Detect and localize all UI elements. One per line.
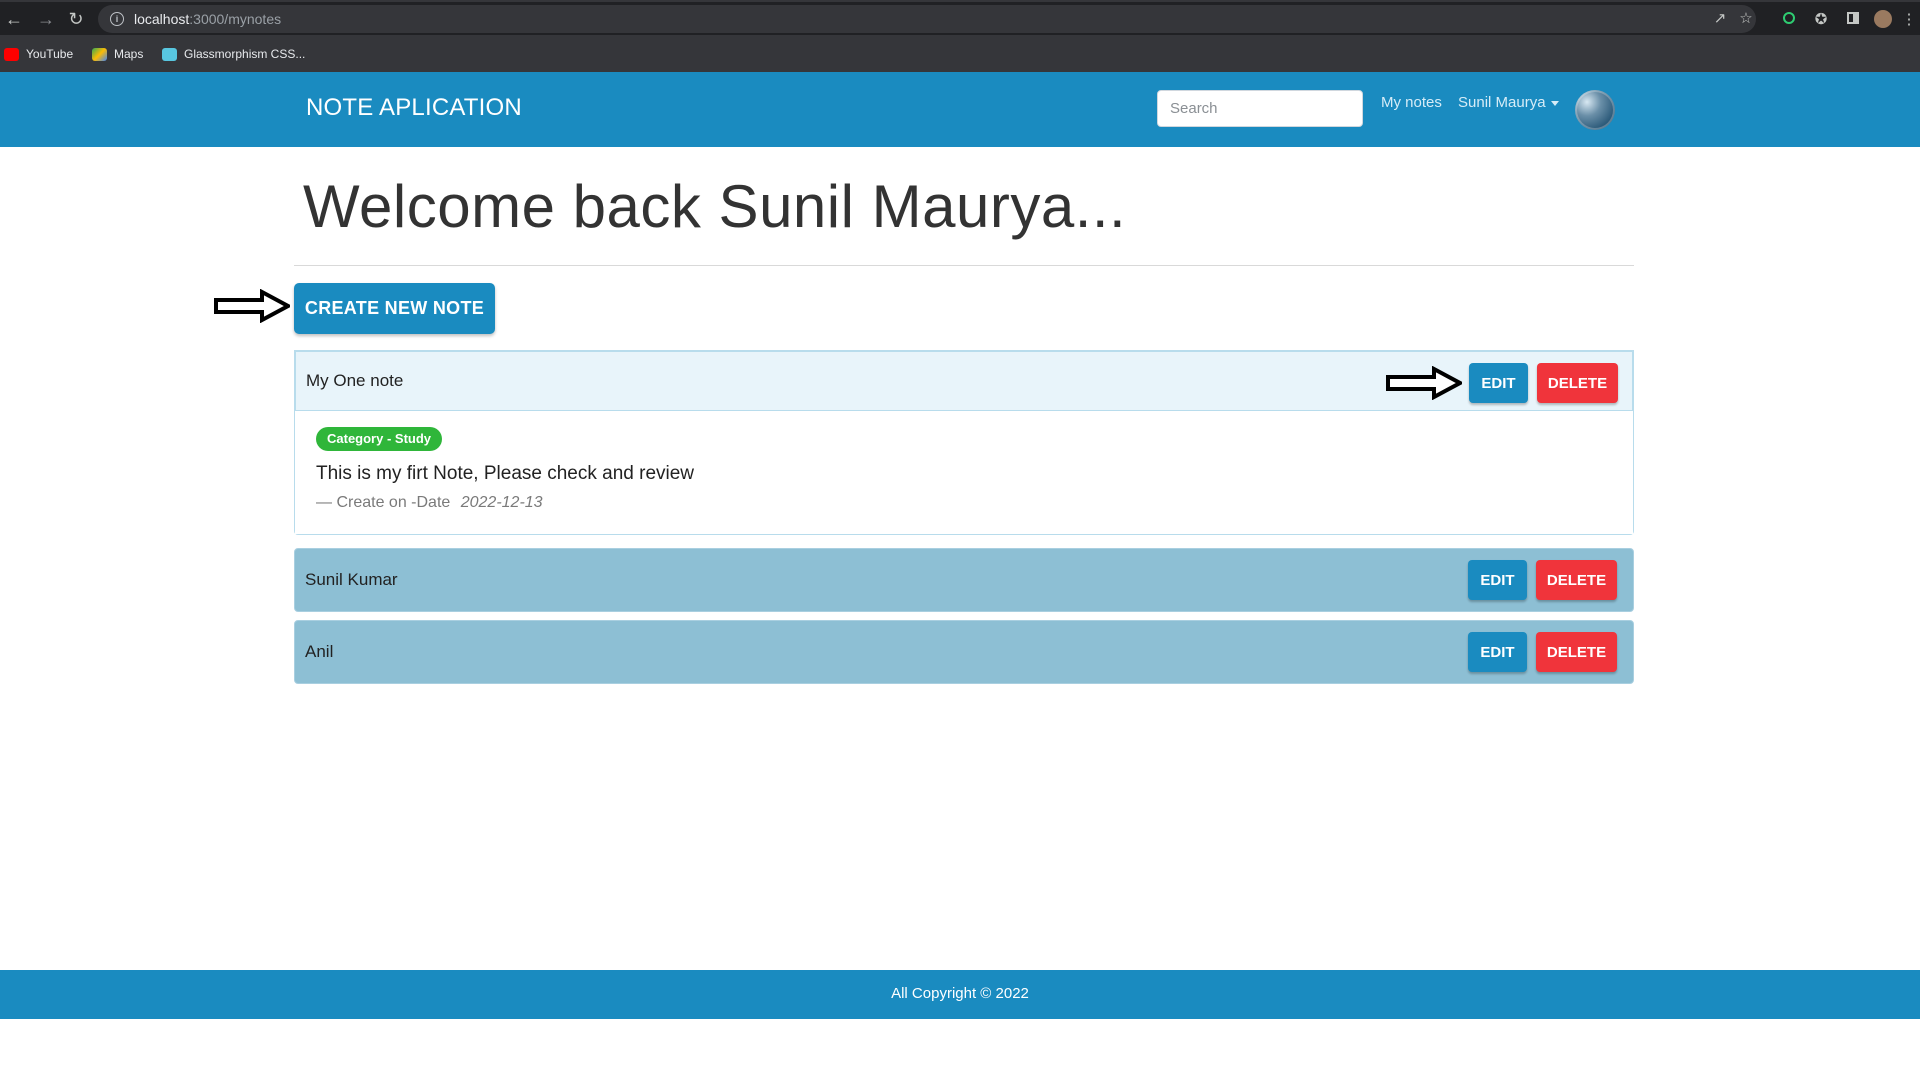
delete-button[interactable]: DELETE: [1536, 560, 1617, 600]
share-icon[interactable]: ↗: [1710, 9, 1730, 29]
page-title: Welcome back Sunil Maurya...: [303, 173, 1127, 240]
create-note-button[interactable]: CREATE NEW NOTE: [294, 283, 495, 334]
bookmark-youtube[interactable]: YouTube: [4, 45, 73, 63]
side-panel-icon[interactable]: [1843, 10, 1863, 30]
forward-icon[interactable]: →: [34, 8, 58, 30]
bookmark-glassmorphism[interactable]: Glassmorphism CSS...: [162, 45, 305, 63]
brand-title[interactable]: NOTE APLICATION: [306, 94, 522, 122]
bookmark-label: Glassmorphism CSS...: [184, 47, 306, 61]
note-card: Sunil Kumar EDIT DELETE: [294, 548, 1634, 612]
url-host: localhost: [134, 11, 190, 27]
user-name: Sunil Maurya: [1458, 94, 1546, 111]
note-card: Anil EDIT DELETE: [294, 620, 1634, 684]
date-prefix: — Create on -Date: [316, 494, 451, 511]
note-body: Category - Study This is my firt Note, P…: [295, 411, 1633, 534]
search-input[interactable]: [1157, 90, 1363, 127]
note-content: This is my firt Note, Please check and r…: [316, 463, 695, 484]
edit-button[interactable]: EDIT: [1468, 560, 1527, 600]
delete-button[interactable]: DELETE: [1537, 363, 1618, 403]
address-bar[interactable]: i localhost:3000/mynotes ↗ ☆: [98, 5, 1756, 33]
youtube-icon: [4, 47, 19, 61]
caret-down-icon: [1550, 100, 1559, 106]
footer-copyright: All Copyright © 2022: [891, 985, 1029, 1002]
note-title[interactable]: Sunil Kumar: [305, 570, 398, 590]
bookmark-label: Maps: [114, 47, 144, 61]
back-icon[interactable]: ←: [2, 8, 26, 30]
maps-icon: [92, 47, 107, 61]
edit-button[interactable]: EDIT: [1469, 363, 1528, 403]
profile-icon[interactable]: [1873, 10, 1893, 30]
arrow-annotation-icon: [1386, 366, 1462, 400]
user-dropdown[interactable]: Sunil Maurya: [1458, 94, 1559, 111]
note-header[interactable]: My One note EDIT DELETE: [294, 350, 1634, 412]
puzzle-icon[interactable]: ✪: [1811, 10, 1831, 30]
glassmorphism-icon: [162, 47, 177, 61]
star-icon[interactable]: ☆: [1736, 9, 1756, 29]
avatar[interactable]: [1575, 90, 1615, 130]
bookmark-maps[interactable]: Maps: [92, 45, 143, 63]
category-badge: Category - Study: [316, 427, 443, 451]
note-date: — Create on -Date 2022-12-13: [316, 494, 543, 512]
footer: All Copyright © 2022: [0, 970, 1920, 1019]
note-title[interactable]: Anil: [305, 642, 333, 662]
browser-toolbar: ← → ↻ i localhost:3000/mynotes ↗ ☆ ✪ ⋮: [0, 0, 1920, 35]
menu-kebab-icon[interactable]: ⋮: [1899, 10, 1919, 30]
bookmark-label: YouTube: [26, 47, 74, 61]
note-title[interactable]: My One note: [306, 371, 403, 391]
url-text[interactable]: localhost:3000/mynotes: [134, 11, 281, 27]
app-navbar: NOTE APLICATION My notes Sunil Maurya: [0, 72, 1920, 147]
note-card: My One note EDIT DELETE Category - Study…: [294, 350, 1634, 535]
delete-button[interactable]: DELETE: [1536, 632, 1617, 672]
reload-icon[interactable]: ↻: [64, 8, 88, 30]
note-header[interactable]: Anil EDIT DELETE: [295, 621, 1633, 683]
date-value: 2022-12-13: [460, 494, 543, 511]
bookmarks-bar: YouTube Maps Glassmorphism CSS...: [0, 35, 1920, 72]
nav-link-my-notes[interactable]: My notes: [1381, 94, 1442, 111]
arrow-annotation-icon: [214, 289, 290, 323]
divider: [294, 265, 1634, 266]
edit-button[interactable]: EDIT: [1468, 632, 1527, 672]
site-info-icon[interactable]: i: [110, 12, 124, 26]
url-path: :3000/mynotes: [189, 11, 282, 27]
extension-circle-icon[interactable]: [1779, 10, 1799, 30]
note-header[interactable]: Sunil Kumar EDIT DELETE: [295, 549, 1633, 611]
